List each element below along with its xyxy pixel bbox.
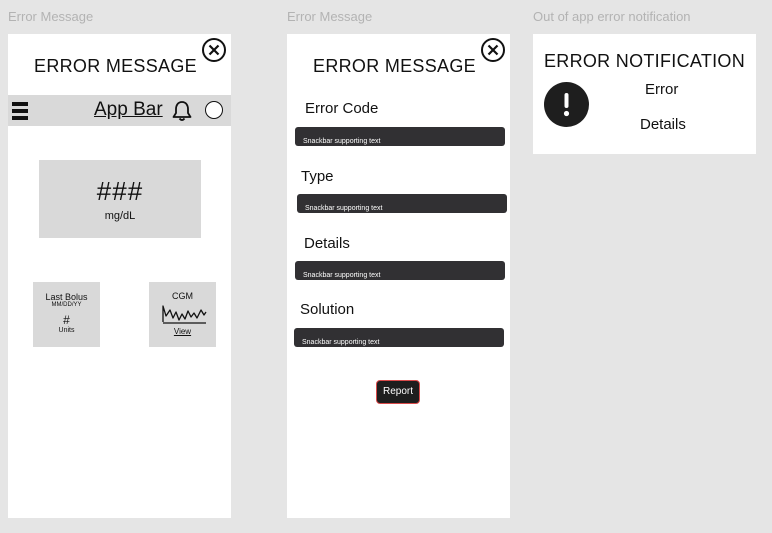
cgm-card[interactable]: CGM View	[149, 282, 216, 347]
hamburger-menu-icon[interactable]	[12, 102, 28, 120]
notification-error-label: Error	[645, 81, 679, 98]
report-button[interactable]: Report	[376, 380, 420, 404]
snackbar-text: Snackbar supporting text	[303, 272, 381, 279]
glucose-card: ### mg/dL	[39, 160, 201, 238]
page-title: ERROR MESSAGE	[313, 56, 476, 76]
snackbar-text: Snackbar supporting text	[303, 138, 381, 145]
frame-label-notification: Out of app error notification	[533, 9, 691, 24]
field-label-error-code: Error Code	[305, 100, 379, 117]
glucose-unit: mg/dL	[104, 210, 136, 222]
app-bar: App Bar	[8, 95, 231, 126]
field-label-type: Type	[301, 168, 334, 185]
app-bar-title: App Bar	[94, 99, 163, 120]
last-bolus-units: Units	[58, 327, 75, 334]
field-label-details: Details	[304, 235, 350, 252]
notification-details-label: Details	[640, 116, 686, 133]
profile-circle-icon[interactable]	[205, 101, 223, 119]
snackbar-type: Snackbar supporting text	[297, 194, 507, 213]
exclamation-icon	[544, 82, 589, 127]
close-icon[interactable]	[480, 37, 506, 63]
snackbar-error-code: Snackbar supporting text	[295, 127, 505, 146]
frame-label-error-message: Error Message	[8, 9, 94, 24]
notification-title: ERROR NOTIFICATION	[543, 51, 746, 71]
frame-label-error-message-detail: Error Message	[287, 9, 373, 24]
error-message-screen: ERROR MESSAGE App Bar ### mg/dL Last Bol…	[8, 34, 231, 518]
cgm-title: CGM	[172, 291, 193, 301]
snackbar-solution: Snackbar supporting text	[294, 328, 504, 347]
page-title: ERROR MESSAGE	[34, 56, 197, 76]
snackbar-text: Snackbar supporting text	[302, 339, 380, 346]
glucose-value: ###	[96, 176, 144, 206]
field-label-solution: Solution	[300, 301, 355, 318]
close-icon[interactable]	[201, 37, 227, 63]
last-bolus-title: Last Bolus	[45, 292, 88, 302]
snackbar-text: Snackbar supporting text	[305, 205, 383, 212]
last-bolus-date: MM/DD/YY	[51, 302, 82, 308]
error-notification[interactable]: ERROR NOTIFICATION Error Details	[533, 34, 756, 154]
snackbar-details: Snackbar supporting text	[295, 261, 505, 280]
cgm-view-link[interactable]: View	[149, 327, 216, 336]
last-bolus-value: #	[63, 313, 70, 327]
bell-icon[interactable]	[171, 100, 193, 122]
cgm-graph-icon	[161, 302, 207, 326]
error-detail-screen: ERROR MESSAGE Error Code Snackbar suppor…	[287, 34, 510, 518]
last-bolus-card[interactable]: Last Bolus MM/DD/YY # Units	[33, 282, 100, 347]
